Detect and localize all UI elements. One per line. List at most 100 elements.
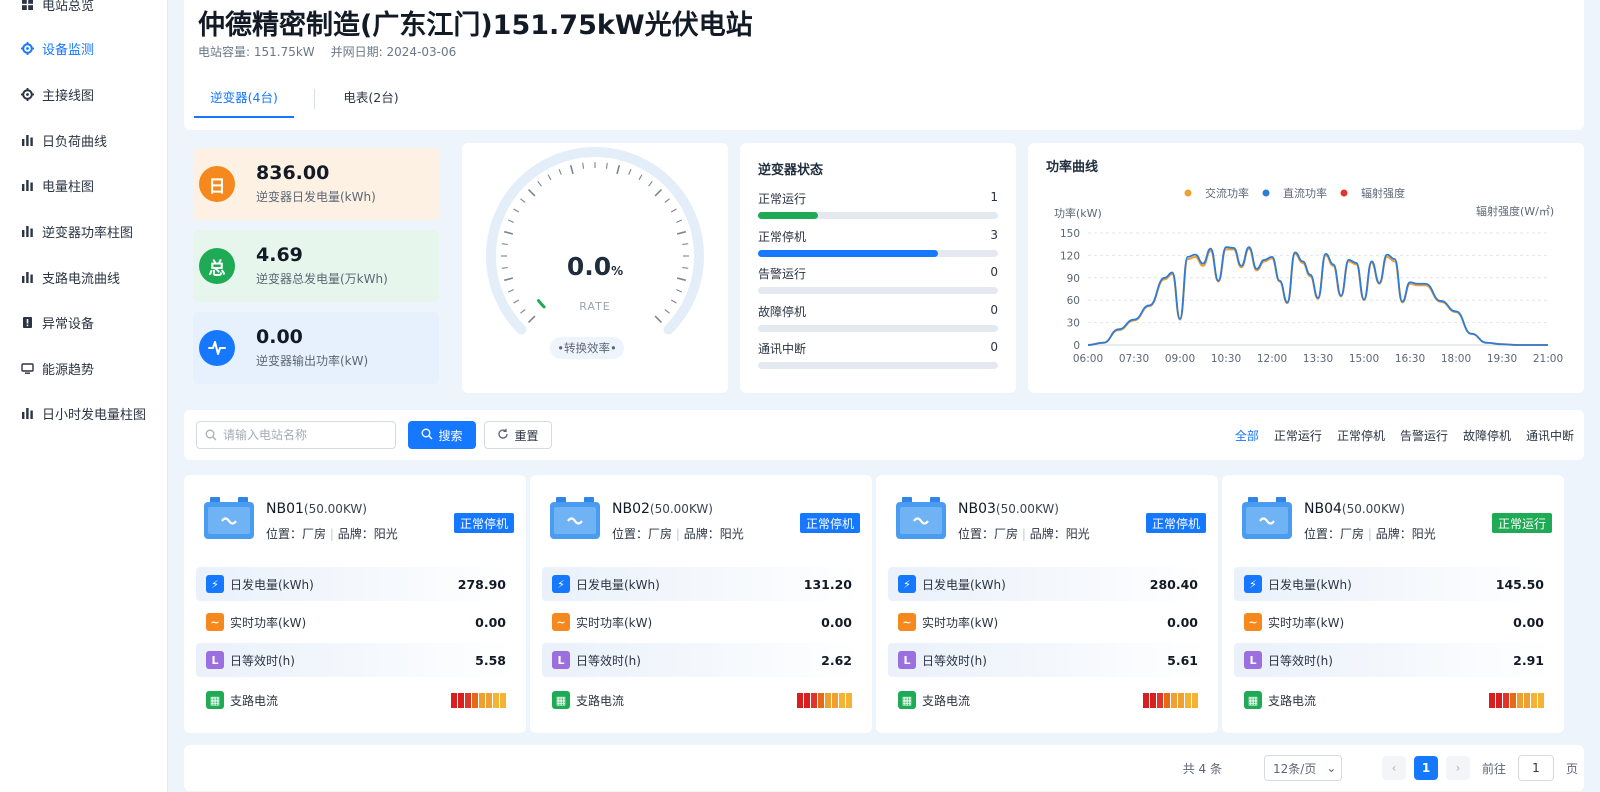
- tab-divider: [314, 89, 315, 109]
- stat-value: 4.69: [256, 244, 303, 266]
- filter-alarm-running[interactable]: 告警运行: [1400, 427, 1448, 444]
- branch-segment: [804, 692, 810, 708]
- gauge-tick: [501, 243, 508, 246]
- gauge-tick: [507, 219, 514, 223]
- filter-normal-running[interactable]: 正常运行: [1274, 427, 1322, 444]
- power-chart: 功率曲线交流功率 直流功率 辐射强度功率(kW) 辐射强度(W/㎡) 0 30 60 90 12…: [1046, 159, 1563, 365]
- branch-segment: [458, 692, 464, 708]
- inverter-meta: 位置：厂房 | 品牌：阳光: [266, 527, 398, 541]
- sidebar-item-label: 异常设备: [42, 316, 95, 332]
- page-title: 仲德精密制造(广东江门)151.75kW光伏电站: [198, 10, 753, 41]
- metric-label: 日发电量(kWh): [230, 577, 314, 592]
- metric-label: 日发电量(kWh): [922, 577, 1006, 592]
- sidebar-item-2[interactable]: 主接线图: [20, 82, 94, 106]
- sidebar-item-8[interactable]: 能源趋势: [20, 356, 94, 380]
- inverter-meta: 位置：厂房 | 品牌：阳光: [612, 527, 744, 541]
- legend-marker: [1184, 189, 1192, 197]
- metric-label: 日等效时(h): [230, 653, 295, 668]
- inverter-card[interactable]: NB04(50.00KW) 位置：厂房 | 品牌：阳光 正常运行 ⚡ 日发电量(kWh)…: [1222, 475, 1564, 733]
- tab-meter[interactable]: 电表(2台): [341, 88, 401, 118]
- sidebar-item-label: 日负荷曲线: [42, 134, 108, 150]
- sidebar-item-4[interactable]: 电量柱图: [20, 173, 94, 197]
- inverter-card[interactable]: NB02(50.00KW) 位置：厂房 | 品牌：阳光 正常停机 ⚡ 日发电量(kWh)…: [530, 475, 872, 733]
- metric-label: 日等效时(h): [922, 653, 987, 668]
- x-tick-label: 10:30: [1211, 353, 1241, 365]
- sidebar-item-label: 日小时发电量柱图: [42, 407, 147, 423]
- gauge-tick: [670, 208, 677, 213]
- sidebar-item-label: 支路电流曲线: [42, 271, 121, 287]
- sidebar-item-6[interactable]: 支路电流曲线: [20, 265, 120, 289]
- metric-value: 145.50: [1495, 576, 1544, 592]
- branch-segment: [500, 692, 506, 708]
- reset-button[interactable]: 重置: [484, 421, 552, 449]
- status-bar-track: [758, 249, 998, 257]
- pulse-icon: ~: [552, 613, 570, 631]
- wiring-icon: [20, 87, 34, 101]
- gauge-tick: [558, 168, 562, 175]
- stat-value: 0.00: [256, 326, 303, 348]
- search-input[interactable]: [223, 428, 393, 442]
- status-count: 3: [990, 227, 998, 242]
- filter-all[interactable]: 全部: [1235, 427, 1259, 444]
- status-count: 0: [990, 302, 998, 317]
- sidebar-item-1[interactable]: 设备监测: [20, 36, 94, 60]
- x-tick-label: 19:30: [1487, 353, 1517, 365]
- gauge-tick: [676, 289, 683, 293]
- sidebar-item-7[interactable]: 异常设备: [20, 310, 94, 334]
- status-bar-track: [758, 287, 998, 294]
- search-button[interactable]: 搜索: [408, 421, 476, 449]
- branch-segment: [811, 692, 817, 708]
- metric-row-power: ~ 实时功率(kW) 0.00: [1234, 605, 1552, 639]
- status-bar-track: [758, 324, 998, 332]
- gauge-tick: [616, 164, 621, 175]
- status-row: 告警运行 0: [758, 265, 998, 299]
- branch-segment: [839, 692, 845, 708]
- x-tick-label: 07:30: [1119, 353, 1149, 365]
- branch-segment: [472, 692, 478, 708]
- branch-segment: [486, 692, 492, 708]
- bar-chart-icon: [20, 224, 34, 238]
- branch-segment: [846, 692, 852, 708]
- sidebar-item-5[interactable]: 逆变器功率柱图: [20, 219, 133, 243]
- prev-page-button[interactable]: ‹: [1382, 756, 1406, 780]
- legend-label: 交流功率: [1205, 186, 1249, 200]
- sidebar-item-3[interactable]: 日负荷曲线: [20, 128, 107, 152]
- filter-normal-stopped[interactable]: 正常停机: [1337, 427, 1385, 444]
- metric-row-power: ~ 实时功率(kW) 0.00: [196, 605, 514, 639]
- gauge-tick: [628, 168, 632, 175]
- metric-row-daily: ⚡ 日发电量(kWh) 145.50: [1234, 567, 1552, 601]
- metric-row-branch: ▦ 支路电流: [542, 683, 860, 717]
- sidebar: 电站总览设备监测主接线图日负荷曲线电量柱图逆变器功率柱图 支路电流曲线 异常设备能源…: [0, 0, 168, 792]
- metric-value: 0.00: [1513, 614, 1544, 630]
- daily-badge-icon: 日: [199, 166, 235, 202]
- metric-label: 日发电量(kWh): [1268, 577, 1352, 592]
- sidebar-item-9[interactable]: 日小时发电量柱图: [20, 401, 146, 425]
- filter-comm-lost[interactable]: 通讯中断: [1526, 427, 1574, 444]
- metric-value: 278.90: [457, 576, 506, 592]
- sidebar-item-0[interactable]: 电站总览: [20, 0, 94, 16]
- branch-segment: [1157, 692, 1163, 708]
- tab-inverter[interactable]: 逆变器(4台): [194, 88, 294, 118]
- sidebar-item-label: 主接线图: [42, 88, 95, 104]
- monitor-icon: [20, 41, 34, 55]
- sidebar-item-label: 电站总览: [42, 0, 95, 14]
- page-number-current[interactable]: 1: [1414, 756, 1438, 780]
- next-page-button[interactable]: ›: [1446, 756, 1470, 780]
- sidebar-item-label: 电量柱图: [42, 179, 95, 195]
- goto-page-input[interactable]: [1518, 755, 1554, 781]
- page-size-select[interactable]: 12条/页 ⌄: [1264, 755, 1342, 781]
- status-count: 1: [990, 190, 998, 204]
- total-count: 共 4 条: [1182, 762, 1222, 776]
- metric-label: 支路电流: [1268, 693, 1317, 708]
- gauge-tick: [527, 315, 536, 324]
- hours-icon: L: [1244, 651, 1262, 669]
- sidebar-item-label: 逆变器功率柱图: [42, 225, 134, 241]
- search-field[interactable]: [196, 421, 396, 449]
- filter-fault-stopped[interactable]: 故障停机: [1463, 427, 1511, 444]
- inverter-card[interactable]: NB01(50.00KW) 位置：厂房 | 品牌：阳光 正常停机 ⚡ 日发电量(kWh)…: [184, 475, 526, 733]
- branch-segment: [1164, 692, 1170, 708]
- sidebar-item-label: 设备监测: [42, 42, 95, 58]
- inverter-card[interactable]: NB03(50.00KW) 位置：厂房 | 品牌：阳光 正常停机 ⚡ 日发电量(kWh)…: [876, 475, 1218, 733]
- status-name: 通讯中断: [758, 342, 807, 356]
- bar-chart-icon: [20, 178, 34, 192]
